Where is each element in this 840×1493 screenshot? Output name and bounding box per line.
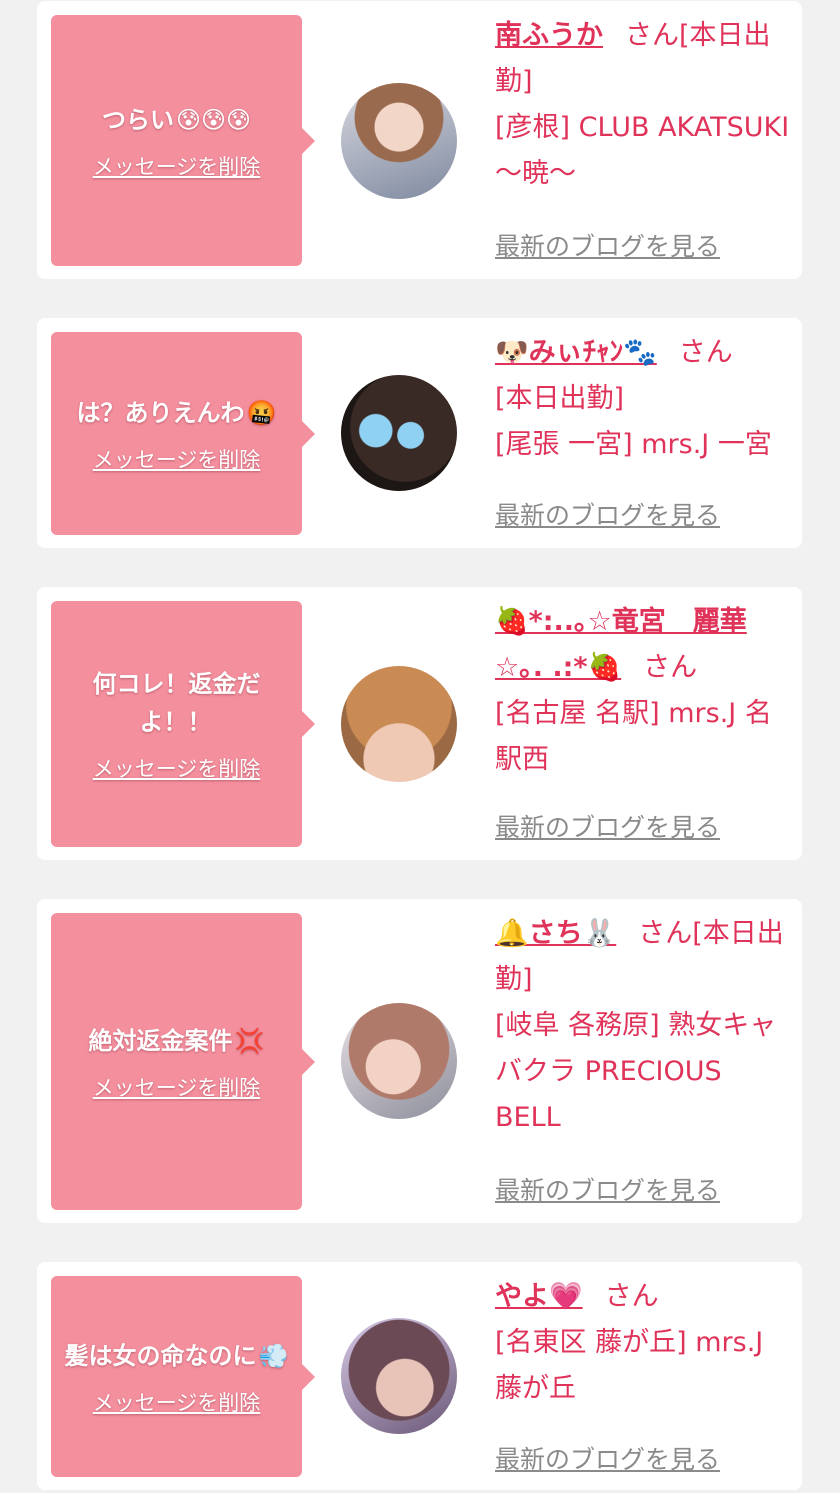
avatar[interactable] — [341, 1318, 457, 1434]
message-text: 何コレ！返金だよ！！ — [92, 670, 261, 736]
cast-info: 🔔さち🐰 さん[本日出勤] [岐阜 各務原] 熟女キャバクラ PRECIOUS B… — [495, 918, 784, 1133]
delete-message-link[interactable]: メッセージを削除 — [93, 1072, 261, 1102]
message-text: 髪は女の命なのに💨 — [64, 1341, 289, 1370]
latest-blog-link[interactable]: 最新のブログを見る — [495, 1440, 720, 1476]
cast-name-link[interactable]: 🐶みぃﾁｬﾝ🐾 — [495, 337, 657, 368]
message-card: 絶対返金案件💢 メッセージを削除 🔔さち🐰 さん[本日出勤] [岐阜 各務原] 熟… — [37, 899, 802, 1223]
delete-message-link[interactable]: メッセージを削除 — [93, 444, 261, 474]
message-bubble: つらい😰😰😰 メッセージを削除 — [51, 15, 315, 266]
avatar[interactable] — [341, 1003, 457, 1119]
avatar[interactable] — [341, 375, 457, 491]
message-bubble: 髪は女の命なのに💨 メッセージを削除 — [51, 1276, 315, 1477]
shop-name: [名東区 藤が丘] mrs.J 藤が丘 — [495, 1327, 764, 1404]
delete-message-link[interactable]: メッセージを削除 — [93, 1387, 261, 1417]
cast-name-link[interactable]: 🔔さち🐰 — [495, 918, 616, 949]
latest-blog-link[interactable]: 最新のブログを見る — [495, 1171, 720, 1207]
message-card: 何コレ！返金だよ！！ メッセージを削除 🍓*:..｡☆竜宮 麗華☆｡. .:*🍓… — [37, 587, 802, 860]
latest-blog-link[interactable]: 最新のブログを見る — [495, 496, 720, 532]
cast-info: 南ふうか さん[本日出勤] [彦根] CLUB AKATSUKI 〜暁〜 — [495, 20, 790, 189]
message-card: 髪は女の命なのに💨 メッセージを削除 やよ💗 さん [名東区 藤が丘] mrs.J… — [37, 1262, 802, 1490]
message-card: つらい😰😰😰 メッセージを削除 南ふうか さん[本日出勤] [彦根] CLUB A… — [37, 1, 802, 279]
cast-info: 🐶みぃﾁｬﾝ🐾 さん [本日出勤] [尾張 一宮] mrs.J 一宮 — [495, 337, 772, 460]
message-text: 絶対返金案件💢 — [88, 1026, 265, 1055]
cast-info: 🍓*:..｡☆竜宮 麗華☆｡. .:*🍓 さん [名古屋 名駅] mrs.J 名駅… — [495, 606, 772, 775]
shop-name: [尾張 一宮] mrs.J 一宮 — [495, 429, 772, 460]
shop-name: [彦根] CLUB AKATSUKI 〜暁〜 — [495, 112, 790, 189]
cast-info: やよ💗 さん [名東区 藤が丘] mrs.J 藤が丘 — [495, 1281, 764, 1404]
cast-name-link[interactable]: 🍓*:..｡☆竜宮 麗華☆｡. .:*🍓 — [495, 606, 747, 683]
delete-message-link[interactable]: メッセージを削除 — [93, 151, 261, 181]
message-bubble: 絶対返金案件💢 メッセージを削除 — [51, 913, 315, 1210]
message-bubble: 何コレ！返金だよ！！ メッセージを削除 — [51, 601, 315, 847]
avatar[interactable] — [341, 83, 457, 199]
message-text: は？ありえんわ🤬 — [76, 398, 277, 427]
cast-name-link[interactable]: やよ💗 — [495, 1281, 583, 1312]
message-bubble: は？ありえんわ🤬 メッセージを削除 — [51, 332, 315, 535]
latest-blog-link[interactable]: 最新のブログを見る — [495, 808, 720, 844]
shop-name: [名古屋 名駅] mrs.J 名駅西 — [495, 698, 772, 775]
delete-message-link[interactable]: メッセージを削除 — [93, 753, 261, 783]
avatar[interactable] — [341, 666, 457, 782]
message-card: は？ありえんわ🤬 メッセージを削除 🐶みぃﾁｬﾝ🐾 さん [本日出勤] [尾張 一… — [37, 318, 802, 548]
cast-name-link[interactable]: 南ふうか — [495, 20, 603, 51]
message-text: つらい😰😰😰 — [101, 105, 252, 134]
latest-blog-link[interactable]: 最新のブログを見る — [495, 227, 720, 263]
shop-name: [岐阜 各務原] 熟女キャバクラ PRECIOUS BELL — [495, 1010, 777, 1133]
